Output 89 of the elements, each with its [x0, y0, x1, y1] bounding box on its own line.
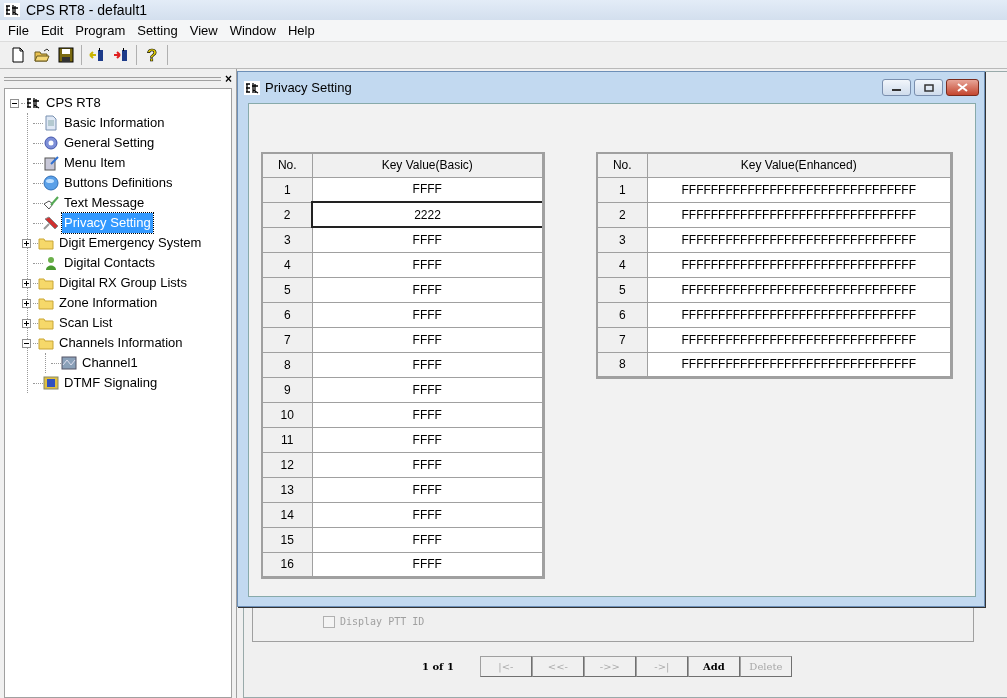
row-number: 12 — [262, 452, 312, 477]
read-radio-icon[interactable] — [89, 47, 105, 63]
row-number: 16 — [262, 552, 312, 577]
row-number: 13 — [262, 477, 312, 502]
expand-toggle-icon[interactable] — [22, 298, 31, 308]
close-icon — [957, 83, 968, 92]
person-icon — [43, 255, 59, 271]
menu-item[interactable]: Setting — [131, 20, 184, 41]
tree-item[interactable]: Digital Contacts — [62, 253, 158, 273]
open-folder-icon[interactable] — [34, 47, 50, 63]
column-header: No. — [597, 153, 647, 177]
maximize-button[interactable] — [914, 79, 943, 96]
close-button[interactable] — [946, 79, 979, 96]
tree-item[interactable]: Channels Information — [57, 333, 185, 353]
row-number: 5 — [262, 277, 312, 302]
write-radio-icon[interactable] — [113, 47, 129, 63]
row-number: 11 — [262, 427, 312, 452]
checkbox-label: Display PTT ID — [340, 615, 425, 629]
tree-item[interactable]: Menu Item — [62, 153, 128, 173]
folder-icon — [38, 295, 54, 311]
window-title: CPS RT8 - default1 — [26, 0, 148, 20]
row-number: 14 — [262, 502, 312, 527]
app-logo-icon — [4, 3, 20, 17]
close-button[interactable]: × — [225, 74, 232, 84]
folder-icon — [38, 335, 54, 351]
row-number: 8 — [597, 352, 647, 377]
tree-item[interactable]: General Setting — [62, 133, 157, 153]
tree-item[interactable]: Basic Information — [62, 113, 167, 133]
page-indicator: 1 of 1 — [422, 660, 454, 674]
row-number: 8 — [262, 352, 312, 377]
tree-item[interactable]: Digit Emergency System — [57, 233, 204, 253]
row-number: 5 — [597, 277, 647, 302]
row-number: 6 — [597, 302, 647, 327]
tree-item[interactable]: Digital RX Group Lists — [57, 273, 189, 293]
channel-icon — [61, 355, 77, 371]
restore-icon — [923, 83, 934, 92]
row-number: 2 — [262, 202, 312, 227]
row-number: 2 — [597, 202, 647, 227]
globe-icon — [43, 175, 59, 191]
window-title: Privacy Setting — [265, 78, 352, 97]
folder-icon — [38, 235, 54, 251]
row-number: 4 — [262, 252, 312, 277]
folder-icon — [38, 275, 54, 291]
row-number: 3 — [262, 227, 312, 252]
row-number: 10 — [262, 402, 312, 427]
expand-toggle-icon[interactable] — [22, 238, 31, 248]
row-number: 1 — [262, 177, 312, 202]
tree-item[interactable]: DTMF Signaling — [62, 373, 160, 393]
tree-item[interactable]: Buttons Definitions — [62, 173, 175, 193]
menu-item[interactable]: Window — [223, 20, 282, 41]
column-header: Key Value(Basic) — [312, 153, 544, 177]
tree-item[interactable]: CPS RT8 — [44, 93, 103, 113]
row-number: 15 — [262, 527, 312, 552]
collapse-toggle-icon[interactable] — [10, 98, 19, 108]
column-header: No. — [262, 153, 312, 177]
pager-button[interactable]: Add — [687, 656, 740, 677]
menu-item[interactable]: Edit — [34, 20, 70, 41]
collapse-toggle-icon[interactable] — [22, 338, 31, 348]
folder-icon — [38, 315, 54, 331]
expand-toggle-icon[interactable] — [22, 318, 31, 328]
key-value-cell[interactable]: 2222 — [312, 202, 544, 227]
app-logo-icon — [25, 96, 41, 110]
menu-item[interactable]: Program — [69, 20, 132, 41]
new-file-icon[interactable] — [10, 47, 26, 63]
checkmark-icon — [43, 195, 59, 211]
tree-item[interactable]: Text Message — [62, 193, 147, 213]
gear-icon — [43, 135, 59, 151]
keypad-icon — [43, 375, 59, 391]
document-icon — [43, 115, 59, 131]
row-number: 1 — [597, 177, 647, 202]
tablet-icon — [43, 155, 59, 171]
menu-item[interactable]: File — [2, 20, 35, 41]
app-logo-icon — [244, 80, 260, 95]
tree-item[interactable]: Zone Information — [57, 293, 160, 313]
tree-item[interactable]: Scan List — [57, 313, 115, 333]
tree-item[interactable]: Channel1 — [80, 353, 140, 373]
column-header: Key Value(Enhanced) — [647, 153, 952, 177]
row-number: 6 — [262, 302, 312, 327]
save-icon[interactable] — [58, 47, 74, 63]
row-number: 7 — [262, 327, 312, 352]
row-number: 4 — [597, 252, 647, 277]
wrench-icon — [43, 215, 59, 231]
row-number: 7 — [597, 327, 647, 352]
menu-item[interactable]: View — [183, 20, 224, 41]
minimize-button[interactable] — [882, 79, 911, 96]
expand-toggle-icon[interactable] — [22, 278, 31, 288]
row-number: 3 — [597, 227, 647, 252]
row-number: 9 — [262, 377, 312, 402]
menu-item[interactable]: Help — [281, 20, 321, 41]
